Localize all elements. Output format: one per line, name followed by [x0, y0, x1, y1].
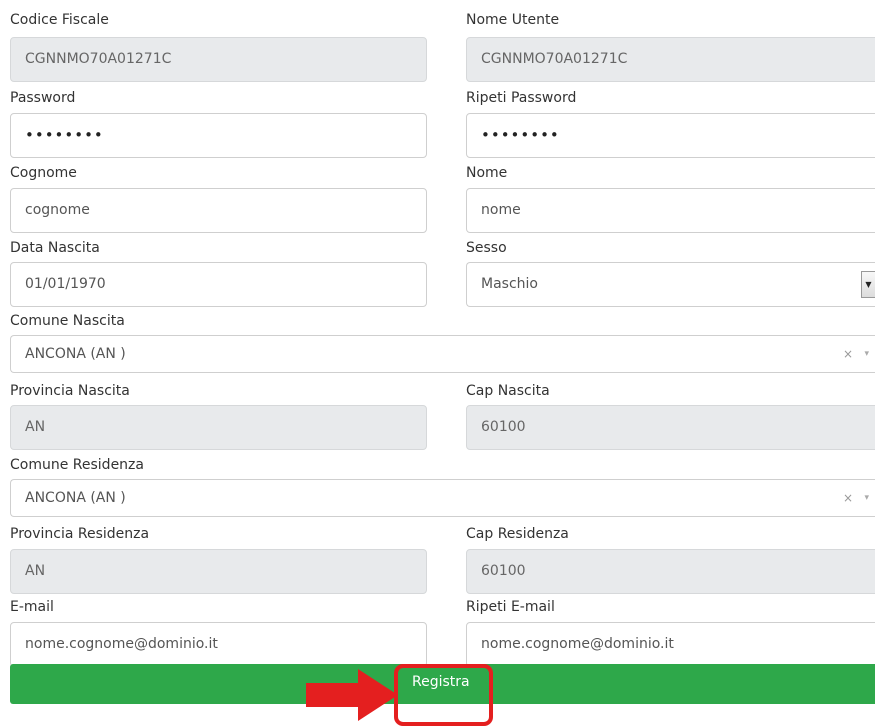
codice-fiscale-label: Codice Fiscale [10, 12, 109, 28]
data-nascita-field[interactable]: 01/01/1970 [10, 262, 427, 307]
comune-residenza-select[interactable]: ANCONA (AN ) × ▾ [10, 479, 875, 517]
cap-residenza-field: 60100 [466, 549, 875, 594]
email-label: E-mail [10, 599, 54, 615]
comune-nascita-value: ANCONA (AN ) [25, 346, 126, 362]
cap-residenza-label: Cap Residenza [466, 526, 569, 542]
cognome-field[interactable]: cognome [10, 188, 427, 233]
comune-residenza-value: ANCONA (AN ) [25, 490, 126, 506]
nome-field[interactable]: nome [466, 188, 875, 233]
cap-nascita-label: Cap Nascita [466, 383, 550, 399]
provincia-residenza-field: AN [10, 549, 427, 594]
codice-fiscale-field: CGNNMO70A01271C [10, 37, 427, 82]
cap-nascita-field: 60100 [466, 405, 875, 450]
chevron-down-icon[interactable]: ▾ [864, 336, 869, 372]
annotation-arrow-icon [306, 669, 398, 721]
ripeti-email-field[interactable]: nome.cognome@dominio.it [466, 622, 875, 667]
annotation-highlight-box [394, 664, 493, 726]
clear-icon[interactable]: × [843, 480, 853, 516]
ripeti-email-label: Ripeti E-mail [466, 599, 555, 615]
nome-utente-label: Nome Utente [466, 12, 560, 28]
comune-nascita-select[interactable]: ANCONA (AN ) × ▾ [10, 335, 875, 373]
cognome-label: Cognome [10, 165, 77, 181]
sesso-value: Maschio [481, 276, 538, 292]
provincia-nascita-field: AN [10, 405, 427, 450]
password-label: Password [10, 90, 76, 106]
provincia-nascita-label: Provincia Nascita [10, 383, 130, 399]
nome-label: Nome [466, 165, 508, 181]
nome-utente-field: CGNNMO70A01271C [466, 37, 875, 82]
data-nascita-label: Data Nascita [10, 240, 100, 256]
password-field[interactable]: •••••••• [10, 113, 427, 158]
comune-nascita-label: Comune Nascita [10, 313, 125, 329]
provincia-residenza-label: Provincia Residenza [10, 526, 150, 542]
caret-down-icon[interactable]: ▼ [861, 271, 875, 298]
email-field[interactable]: nome.cognome@dominio.it [10, 622, 427, 667]
sesso-label: Sesso [466, 240, 507, 256]
ripeti-password-label: Ripeti Password [466, 90, 577, 106]
sesso-select[interactable]: Maschio ▼ [466, 262, 875, 307]
ripeti-password-field[interactable]: •••••••• [466, 113, 875, 158]
chevron-down-icon[interactable]: ▾ [864, 480, 869, 516]
clear-icon[interactable]: × [843, 336, 853, 372]
comune-residenza-label: Comune Residenza [10, 457, 144, 473]
